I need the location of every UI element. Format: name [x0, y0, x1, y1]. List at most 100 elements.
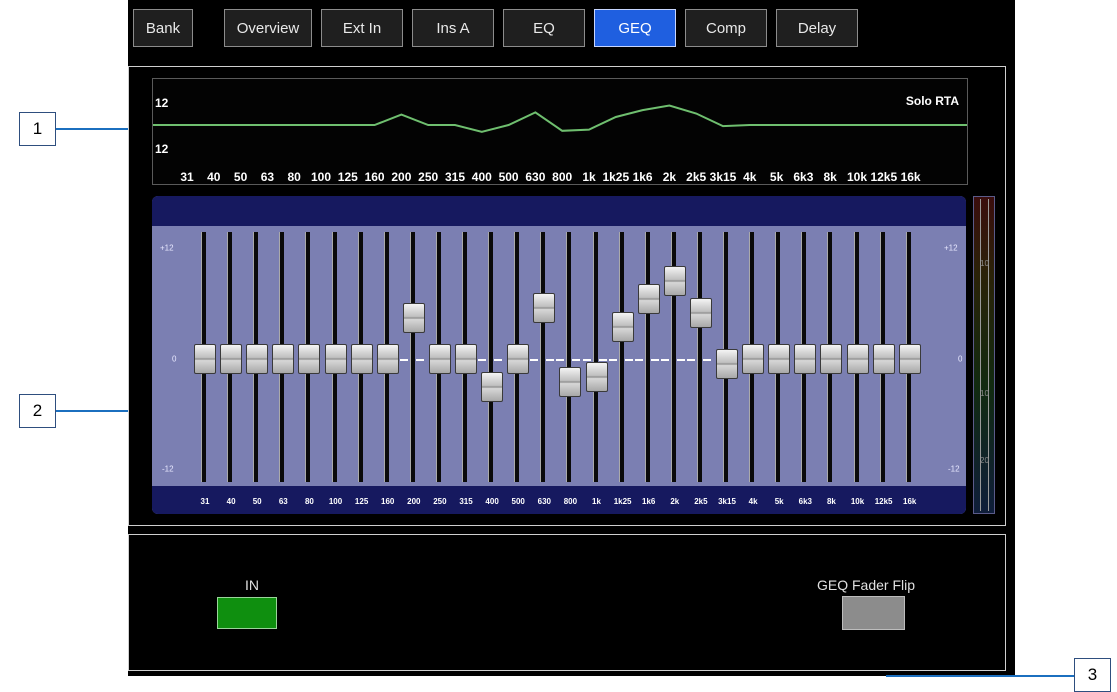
- fader-4k[interactable]: [742, 344, 765, 374]
- fader-freq-label: 2k5: [694, 497, 708, 506]
- fader-freq-label: 16k: [903, 497, 917, 506]
- zero-line-dash: [556, 359, 565, 361]
- rta-freq-label: 800: [552, 170, 573, 184]
- fader-160[interactable]: [376, 344, 399, 374]
- geq-fader-flip-button[interactable]: [842, 596, 905, 630]
- tab-bank[interactable]: Bank: [133, 9, 193, 47]
- tab-overview[interactable]: Overview: [224, 9, 312, 47]
- tab-ins-a[interactable]: Ins A: [412, 9, 494, 47]
- fader-freq-label: 40: [226, 497, 236, 506]
- fader-50[interactable]: [246, 344, 269, 374]
- fader-1k[interactable]: [585, 362, 608, 393]
- rta-freq-label: 50: [233, 170, 248, 184]
- rta-freq-label: 6k3: [793, 170, 814, 184]
- fader-track: [488, 232, 494, 482]
- zero-line-dash: [650, 359, 659, 361]
- zero-line-dash: [686, 359, 695, 361]
- fader-200[interactable]: [402, 302, 425, 333]
- rta-freq-label: 250: [418, 170, 439, 184]
- tab-geq[interactable]: GEQ: [594, 9, 676, 47]
- controls-panel: IN GEQ Fader Flip: [128, 534, 1006, 671]
- tab-comp[interactable]: Comp: [685, 9, 767, 47]
- in-button[interactable]: [217, 597, 277, 629]
- zero-line-dash: [546, 359, 555, 361]
- fader-250[interactable]: [428, 344, 451, 374]
- rta-freq-label: 1k6: [632, 170, 653, 184]
- zero-line-dash: [702, 359, 711, 361]
- tab-ext-in[interactable]: Ext In: [321, 9, 403, 47]
- fader-freq-label: 630: [537, 497, 551, 506]
- fader-2k5[interactable]: [689, 298, 712, 328]
- fader-315[interactable]: [455, 344, 477, 374]
- tab-eq[interactable]: EQ: [503, 9, 585, 47]
- fader-12k5[interactable]: [872, 344, 895, 374]
- rta-freq-label: 100: [310, 170, 332, 184]
- callout-3-arrow: [886, 675, 1074, 677]
- zero-line-dash: [598, 359, 607, 361]
- rta-freq-label: 3k15: [709, 170, 737, 184]
- fader-freq-label: 250: [433, 497, 447, 506]
- fader-freq-label: 63: [278, 497, 288, 506]
- fader-125[interactable]: [350, 344, 373, 374]
- fader-1k25[interactable]: [611, 311, 634, 342]
- fader-track: [409, 232, 415, 482]
- fader-400[interactable]: [481, 371, 504, 402]
- fader-40[interactable]: [220, 344, 243, 374]
- callout-2: 2: [19, 394, 56, 428]
- rta-freq-label: 200: [391, 170, 412, 184]
- rta-freq-label: 315: [444, 170, 466, 184]
- fader-track: [696, 232, 702, 482]
- fader-freq-label: 500: [511, 497, 525, 506]
- fader-6k3[interactable]: [794, 344, 817, 374]
- geq-fader-panel: +12 0 -12 +12 0 -12 31 40 50 63 80 100 125 160 2…: [152, 196, 966, 514]
- scale-top-left: +12: [160, 243, 174, 253]
- rta-freq-label: 10k: [846, 170, 868, 184]
- fader-freq-label: 2k: [670, 497, 680, 506]
- rta-freq-label: 40: [207, 170, 221, 184]
- fader-track: [618, 232, 624, 482]
- fader-100[interactable]: [324, 344, 347, 374]
- callout-1: 1: [19, 112, 56, 146]
- fader-80[interactable]: [298, 344, 321, 374]
- fader-freq-label: 3k15: [718, 497, 736, 506]
- fader-630[interactable]: [533, 293, 556, 324]
- fader-5k[interactable]: [768, 344, 791, 374]
- fader-freq-label: 1k6: [642, 497, 656, 506]
- fader-3k15[interactable]: [716, 348, 738, 379]
- zero-line-dash: [530, 359, 539, 361]
- fader-8k[interactable]: [820, 344, 843, 374]
- fader-16k[interactable]: [898, 344, 921, 374]
- fader-63[interactable]: [272, 344, 295, 374]
- zero-line-dash: [478, 359, 487, 361]
- fader-31[interactable]: [194, 344, 216, 374]
- zero-line-dash: [608, 359, 617, 361]
- zero-line-dash: [660, 359, 669, 361]
- rta-freq-label: 80: [287, 170, 301, 184]
- scale-mid-left: 0: [172, 354, 177, 364]
- zero-line-dash: [572, 359, 581, 361]
- rta-freq-label: 160: [364, 170, 385, 184]
- tab-delay[interactable]: Delay: [776, 9, 858, 47]
- rta-curve: [153, 104, 967, 133]
- rta-freq-label: 125: [337, 170, 358, 184]
- rta-freq-label: 1k: [582, 170, 596, 184]
- zero-line-dash: [676, 359, 685, 361]
- fader-freq-label: 80: [304, 497, 314, 506]
- zero-line-dash: [634, 359, 643, 361]
- rta-freq-label: 31: [180, 170, 194, 184]
- fader-freq-label: 50: [252, 497, 262, 506]
- zero-line-dash: [399, 359, 408, 361]
- fader-track: [540, 232, 546, 482]
- zero-line-dash: [624, 359, 633, 361]
- rta-freq-label: 12k5: [870, 170, 898, 184]
- rta-freq-label: 2k: [662, 170, 677, 184]
- fader-500[interactable]: [507, 344, 530, 374]
- zero-line-dash: [415, 359, 424, 361]
- fader-2k[interactable]: [663, 265, 686, 296]
- fader-1k6[interactable]: [637, 284, 660, 315]
- fader-freq-label: 8k: [826, 497, 836, 506]
- rta-freq-label: 63: [260, 170, 275, 184]
- fader-800[interactable]: [559, 367, 582, 397]
- meter-label-3: 20: [980, 456, 989, 465]
- fader-10k[interactable]: [846, 344, 869, 374]
